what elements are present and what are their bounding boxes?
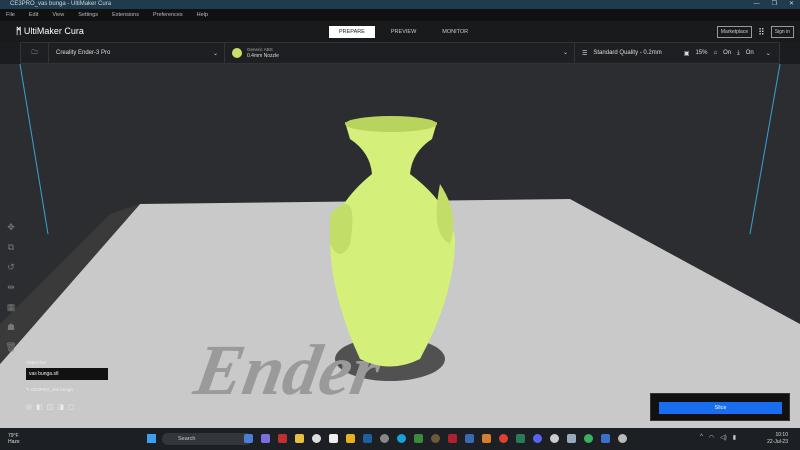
- object-panel: Object list vas bunga.stl ✎ CE3PRO_vas b…: [26, 360, 116, 411]
- settings-sliders-icon: ☰: [582, 50, 588, 57]
- wifi-icon[interactable]: ◠: [709, 434, 714, 441]
- 3d-viewport[interactable]: Ender ✥ ⧉ ↺ ⇹ ▦ ☗ 🗑: [0, 64, 800, 428]
- app-icon[interactable]: [346, 434, 355, 443]
- tab-prepare[interactable]: PREPARE: [329, 26, 375, 38]
- left-toolbar: ✥ ⧉ ↺ ⇹ ▦ ☗ 🗑: [4, 222, 18, 353]
- menu-bar: File Edit View Settings Extensions Prefe…: [0, 9, 800, 21]
- discord-icon[interactable]: [533, 434, 542, 443]
- app-icon[interactable]: [482, 434, 491, 443]
- nozzle-size: 0.4mm Nozzle: [247, 53, 279, 59]
- photoshop-icon[interactable]: [363, 434, 372, 443]
- menu-file[interactable]: File: [6, 9, 15, 21]
- print-settings-selector[interactable]: ☰ Standard Quality - 0.2mm ▣ 15% ⌂ On ⤓ On ⌄: [575, 43, 779, 63]
- build-volume-edge: [19, 64, 49, 235]
- app-icon[interactable]: [584, 434, 593, 443]
- clock[interactable]: 10:10 22-Jul-23: [767, 432, 788, 446]
- apps-grid-icon[interactable]: ⠿: [758, 27, 765, 38]
- app-icon[interactable]: [312, 434, 321, 443]
- app-icon[interactable]: [380, 434, 389, 443]
- infill-icon: ▣: [683, 50, 690, 57]
- quality-profile: Standard Quality - 0.2mm: [593, 50, 662, 56]
- build-volume-edge: [749, 64, 781, 235]
- support-value: On: [723, 50, 732, 56]
- rotate-icon[interactable]: ↺: [7, 262, 15, 273]
- app-icon[interactable]: [414, 434, 423, 443]
- job-name[interactable]: ✎ CE3PRO_vas bunga: [26, 387, 116, 393]
- chevron-down-icon: ⌄: [562, 50, 568, 56]
- menu-extensions[interactable]: Extensions: [112, 9, 139, 21]
- view-right-icon[interactable]: ▢: [68, 403, 75, 411]
- object-list-toggle[interactable]: Object list: [26, 360, 116, 365]
- adhesion-icon: ⤓: [737, 49, 740, 56]
- taskbar-search[interactable]: Search: [162, 433, 252, 445]
- chrome-icon[interactable]: [499, 434, 508, 443]
- app-icon[interactable]: [618, 434, 627, 443]
- vase-rim: [345, 116, 437, 132]
- object-list-item[interactable]: vas bunga.stl: [26, 368, 108, 380]
- app-icon[interactable]: [448, 434, 457, 443]
- app-icon[interactable]: [278, 434, 287, 443]
- tab-monitor[interactable]: MONITOR: [432, 26, 478, 38]
- chevron-up-icon[interactable]: ^: [700, 434, 703, 441]
- edge-icon[interactable]: [397, 434, 406, 443]
- app-icon[interactable]: [567, 434, 576, 443]
- infill-value: 15%: [695, 50, 708, 56]
- app-header: ᛗ UltiMaker Cura PREPARE PREVIEW MONITOR…: [0, 21, 800, 42]
- view-3d-icon[interactable]: ◎: [26, 403, 32, 411]
- print-setup-toolbar: 🗀 Creality Ender-3 Pro ⌄ Generic ABS 0.4mm…: [20, 42, 780, 64]
- slice-button[interactable]: Slice: [659, 402, 782, 414]
- minimize-button[interactable]: —: [754, 0, 760, 9]
- support-icon: ⌂: [713, 50, 718, 56]
- logo: ᛗ UltiMaker Cura: [16, 26, 84, 36]
- battery-icon[interactable]: ▮: [733, 434, 736, 441]
- mirror-icon[interactable]: ⇹: [7, 282, 15, 293]
- close-button[interactable]: ✕: [789, 0, 794, 9]
- file-explorer-icon[interactable]: [295, 434, 304, 443]
- printer-name: Creality Ender-3 Pro: [56, 50, 111, 56]
- view-front-icon[interactable]: ◧: [36, 403, 43, 411]
- weather-widget[interactable]: 79°F Haze: [8, 433, 20, 445]
- menu-help[interactable]: Help: [197, 9, 208, 21]
- view-top-icon[interactable]: ◫: [47, 403, 54, 411]
- support-blocker-icon[interactable]: ☗: [7, 322, 15, 333]
- adhesion-value: On: [745, 50, 754, 56]
- per-model-settings-icon[interactable]: ▦: [7, 302, 16, 313]
- system-tray: ^ ◠ ◁) ▮: [700, 434, 736, 441]
- folder-icon: 🗀: [31, 50, 38, 56]
- slice-panel: Slice: [650, 393, 790, 421]
- menu-edit[interactable]: Edit: [29, 9, 38, 21]
- app-icon[interactable]: [516, 434, 525, 443]
- chevron-down-icon: ⌄: [765, 50, 771, 57]
- volume-icon[interactable]: ◁): [720, 434, 727, 441]
- whatsapp-icon[interactable]: [550, 434, 559, 443]
- extruder-icon: [232, 48, 242, 58]
- view-left-icon[interactable]: ◨: [57, 403, 64, 411]
- open-file-button[interactable]: 🗀: [21, 43, 49, 63]
- view-orientation-buttons: ◎ ◧ ◫ ◨ ▢: [26, 403, 116, 411]
- printer-selector[interactable]: Creality Ender-3 Pro ⌄: [49, 43, 225, 63]
- move-icon[interactable]: ✥: [7, 222, 15, 233]
- steam-icon[interactable]: [465, 434, 474, 443]
- title-bar: CE3PRO_vas bunga - UltiMaker Cura — ❐ ✕: [0, 0, 800, 9]
- app-icon[interactable]: [261, 434, 270, 443]
- sign-in-button[interactable]: Sign in: [770, 26, 794, 38]
- app-icon[interactable]: [329, 434, 338, 443]
- scale-icon[interactable]: ⧉: [8, 242, 14, 253]
- taskbar: 79°F Haze Search ^ ◠ ◁) ▮ 10:10 22-Jul-23: [0, 428, 800, 450]
- cura-icon[interactable]: [601, 434, 610, 443]
- material-selector[interactable]: Generic ABS 0.4mm Nozzle ⌄: [225, 43, 575, 63]
- app-icon[interactable]: [244, 434, 253, 443]
- tab-preview[interactable]: PREVIEW: [381, 26, 426, 38]
- menu-settings[interactable]: Settings: [78, 9, 98, 21]
- trash-icon[interactable]: 🗑: [5, 342, 16, 353]
- menu-preferences[interactable]: Preferences: [153, 9, 183, 21]
- chevron-down-icon: ⌄: [212, 50, 218, 57]
- app-icon[interactable]: [431, 434, 440, 443]
- marketplace-button[interactable]: Marketplace: [716, 26, 753, 38]
- window-title: CE3PRO_vas bunga - UltiMaker Cura: [10, 1, 112, 7]
- build-plate-scene: Ender: [0, 64, 800, 428]
- start-icon[interactable]: [147, 434, 156, 443]
- restore-button[interactable]: ❐: [772, 0, 777, 9]
- menu-view[interactable]: View: [52, 9, 64, 21]
